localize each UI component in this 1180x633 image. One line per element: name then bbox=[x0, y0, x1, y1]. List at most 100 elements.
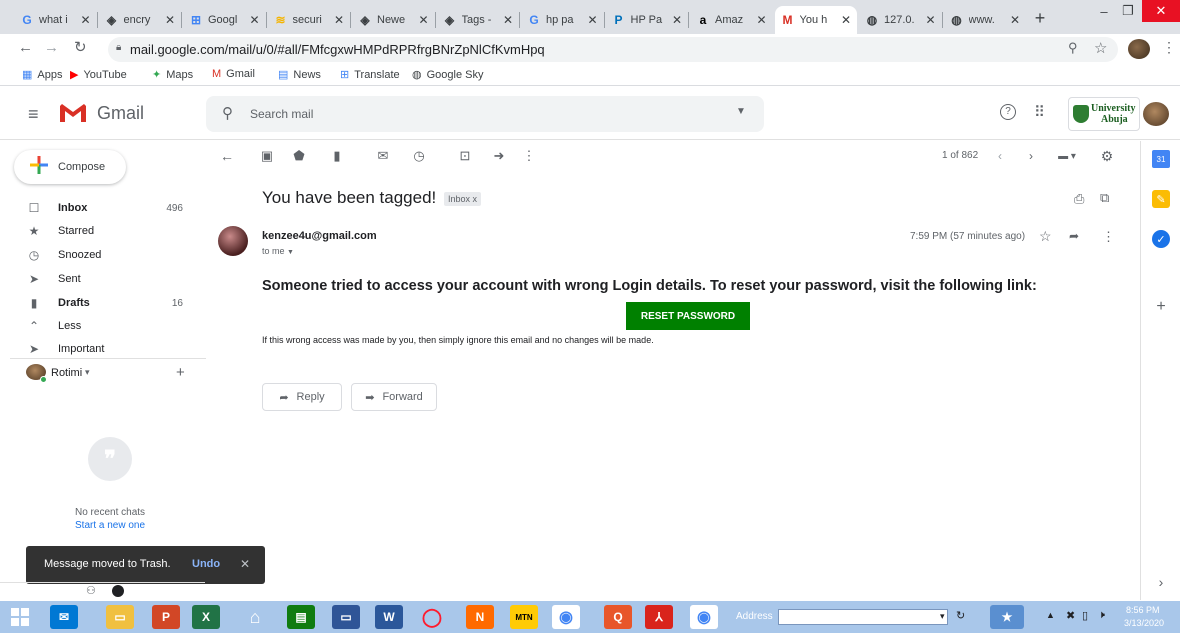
bookmark-item[interactable]: ◍ Google Sky bbox=[412, 68, 483, 82]
message-more-icon[interactable]: ⋮ bbox=[1102, 229, 1115, 245]
address-dropdown-icon[interactable]: ▾ bbox=[940, 611, 945, 622]
calendar-icon[interactable]: 31 bbox=[1152, 150, 1170, 168]
close-window-button[interactable]: ✕ bbox=[1142, 0, 1180, 22]
newer-icon[interactable]: ‹ bbox=[991, 148, 1009, 164]
account-avatar[interactable] bbox=[1143, 102, 1169, 126]
start-chat-link[interactable]: Start a new one bbox=[75, 520, 145, 531]
bookmark-item[interactable]: ✦ Maps bbox=[152, 68, 193, 82]
tray-expand-icon[interactable]: ▲ bbox=[1046, 610, 1055, 620]
bookmark-item[interactable]: ▶ YouTube bbox=[70, 68, 127, 82]
archive-icon[interactable]: ▣ bbox=[258, 148, 276, 164]
store-icon[interactable]: ▤ bbox=[287, 605, 315, 629]
tab-close-icon[interactable]: ✕ bbox=[1010, 13, 1020, 27]
star-icon[interactable]: ☆ bbox=[1039, 228, 1052, 245]
remove-label-icon[interactable]: x bbox=[473, 194, 478, 204]
back-to-list-icon[interactable]: ← bbox=[218, 148, 236, 164]
home-icon[interactable]: ⌂ bbox=[241, 605, 269, 629]
input-tools-icon[interactable]: ▬ ▾ bbox=[1052, 148, 1082, 164]
chat-user-name[interactable]: Rotimi bbox=[51, 367, 82, 379]
sidebar-item-less[interactable]: ⌃ Less bbox=[0, 315, 205, 337]
address-go-icon[interactable]: ↻ bbox=[956, 609, 965, 622]
taskbar-date[interactable]: 3/13/2020 bbox=[1124, 618, 1164, 628]
new-tab-button[interactable]: + bbox=[1030, 9, 1050, 29]
tray-network-icon[interactable]: ✖ bbox=[1066, 609, 1075, 622]
org-logo[interactable]: University Abuja bbox=[1068, 97, 1140, 131]
browser-tab[interactable]: ◍ 127.0. ✕ bbox=[859, 6, 942, 34]
search-icon[interactable]: ⚲ bbox=[222, 104, 233, 122]
toast-close-icon[interactable]: ✕ bbox=[240, 557, 250, 571]
forward-button[interactable]: ➡ Forward bbox=[351, 383, 437, 411]
snooze-icon[interactable]: ◷ bbox=[410, 148, 428, 164]
show-side-panel-icon[interactable]: › bbox=[1152, 573, 1170, 591]
zoom-icon[interactable]: ⚲ bbox=[1068, 40, 1078, 56]
sidebar-item-drafts[interactable]: ▮ Drafts 16 bbox=[0, 292, 205, 314]
notification-app-icon[interactable]: ★ bbox=[990, 605, 1024, 629]
tab-close-icon[interactable]: ✕ bbox=[756, 13, 766, 27]
keep-icon[interactable]: ✎ bbox=[1152, 190, 1170, 208]
maximize-window-button[interactable]: ❐ bbox=[1118, 0, 1138, 22]
app-q-icon[interactable]: Q bbox=[604, 605, 632, 629]
toast-undo-button[interactable]: Undo bbox=[192, 558, 220, 570]
bookmark-item[interactable]: ▤ News bbox=[278, 68, 321, 82]
contacts-icon[interactable]: ⚇ bbox=[86, 584, 96, 597]
profile-avatar[interactable] bbox=[1128, 39, 1150, 59]
add-chat-icon[interactable]: + bbox=[176, 364, 185, 381]
browser-tab[interactable]: M You h ✕ bbox=[774, 6, 857, 34]
tab-close-icon[interactable]: ✕ bbox=[80, 13, 90, 27]
browser-tab[interactable]: Gwhat i ✕ bbox=[14, 6, 97, 34]
tab-close-icon[interactable]: ✕ bbox=[672, 13, 682, 27]
sidebar-item-sent[interactable]: ➤ Sent bbox=[0, 268, 205, 290]
minimize-window-button[interactable]: – bbox=[1094, 0, 1114, 22]
chrome-active-icon[interactable]: ◉ bbox=[690, 605, 718, 629]
delete-icon[interactable]: ▮ bbox=[328, 148, 346, 164]
tasks-icon[interactable]: ✓ bbox=[1152, 230, 1170, 248]
file-explorer-icon[interactable]: ▭ bbox=[106, 605, 134, 629]
open-new-window-icon[interactable]: ⧉ bbox=[1100, 190, 1109, 206]
tab-close-icon[interactable]: ✕ bbox=[503, 13, 513, 27]
inbox-label-chip[interactable]: Inbox x bbox=[444, 192, 482, 206]
chrome-icon[interactable]: ◉ bbox=[552, 605, 580, 629]
tab-close-icon[interactable]: ✕ bbox=[249, 13, 259, 27]
bookmark-item[interactable]: ⊞ Translate bbox=[340, 68, 400, 82]
help-icon[interactable]: ? bbox=[1000, 104, 1016, 120]
tab-close-icon[interactable]: ✕ bbox=[925, 13, 935, 27]
tab-close-icon[interactable]: ✕ bbox=[841, 13, 851, 27]
label-icon[interactable]: ➜ bbox=[490, 148, 508, 164]
reply-button[interactable]: ➦ Reply bbox=[262, 383, 342, 411]
tab-close-icon[interactable]: ✕ bbox=[587, 13, 597, 27]
compose-button[interactable]: Compose bbox=[14, 150, 126, 184]
search-options-icon[interactable]: ▼ bbox=[736, 106, 746, 117]
search-input[interactable]: Search mail bbox=[250, 107, 313, 121]
address-bar[interactable]: 🔒︎ mail.google.com/mail/u/0/#all/FMfcgxw… bbox=[108, 37, 1118, 62]
search-box[interactable]: ⚲ Search mail ▼ bbox=[206, 96, 764, 132]
forward-arrow-icon[interactable]: → bbox=[44, 39, 59, 56]
chat-user-caret-icon[interactable]: ▾ bbox=[85, 367, 90, 378]
browser-tab[interactable]: Ghp pa ✕ bbox=[521, 6, 604, 34]
taskbar-time[interactable]: 8:56 PM bbox=[1126, 605, 1160, 615]
hangouts-icon[interactable] bbox=[112, 585, 124, 597]
settings-gear-icon[interactable]: ⚙ bbox=[1098, 148, 1116, 164]
sidebar-item-important[interactable]: ➤ Important bbox=[0, 338, 205, 360]
bookmark-star-icon[interactable]: ☆ bbox=[1094, 39, 1107, 57]
browser-menu-icon[interactable]: ⋮ bbox=[1162, 39, 1176, 56]
tab-close-icon[interactable]: ✕ bbox=[165, 13, 175, 27]
mtn-icon[interactable]: MTN bbox=[510, 605, 538, 629]
browser-tab[interactable]: ⊞ Googl ✕ bbox=[183, 6, 266, 34]
taskbar-address-input[interactable] bbox=[778, 609, 948, 625]
gmail-logo-icon[interactable] bbox=[58, 102, 88, 124]
main-menu-icon[interactable]: ≡ bbox=[28, 104, 39, 125]
browser-tab[interactable]: ≋ securi ✕ bbox=[268, 6, 351, 34]
powerpoint-icon[interactable]: P bbox=[152, 605, 180, 629]
add-to-tasks-icon[interactable]: ⊡ bbox=[456, 148, 474, 164]
get-addons-icon[interactable]: + bbox=[1152, 298, 1170, 316]
windows-start-icon[interactable] bbox=[6, 605, 34, 629]
sender-email[interactable]: kenzee4u@gmail.com bbox=[262, 230, 377, 242]
apps-grid-icon[interactable]: ⠿ bbox=[1034, 103, 1045, 121]
sidebar-item-inbox[interactable]: ☐ Inbox 496 bbox=[0, 197, 205, 219]
excel-icon[interactable]: X bbox=[192, 605, 220, 629]
recipient-text[interactable]: to me ▼ bbox=[262, 246, 294, 256]
reset-password-button[interactable]: RESET PASSWORD bbox=[626, 302, 750, 330]
opera-icon[interactable]: ◯ bbox=[418, 605, 446, 629]
tab-close-icon[interactable]: ✕ bbox=[418, 13, 428, 27]
browser-tab[interactable]: ◈ Newe ✕ bbox=[352, 6, 435, 34]
